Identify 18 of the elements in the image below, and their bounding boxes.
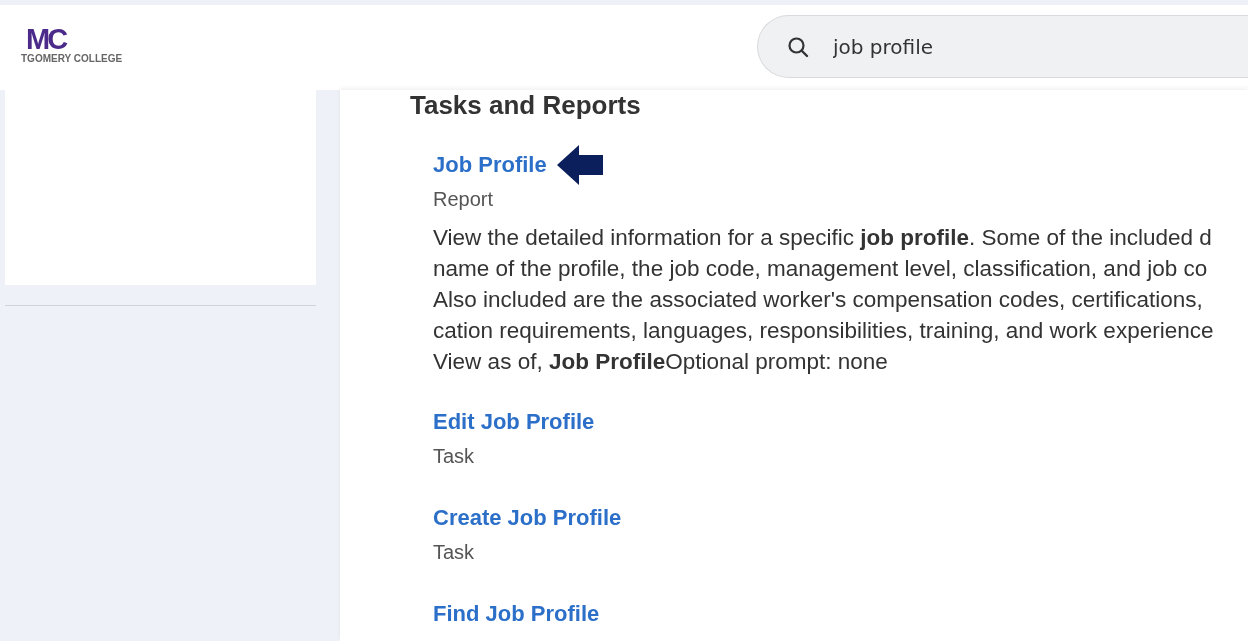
description-line: cation requirements, languages, responsibilities, training, and work experience (433, 317, 1215, 345)
section-heading: Tasks and Reports (410, 90, 642, 120)
result-link[interactable]: Find Job Profile (433, 601, 600, 627)
search-field[interactable]: job profile (757, 15, 1248, 78)
pointer-arrow-icon (556, 145, 603, 185)
description-line: name of the profile, the job code, management level, classification, and job co (433, 255, 1209, 283)
description-line: Also included are the associated worker's compensation codes, certifications, (433, 286, 1204, 314)
description-line: View as of, Job ProfileOptional prompt: none (433, 348, 889, 376)
result-link[interactable]: Job Profile (433, 152, 547, 178)
college-logo: MC (26, 25, 66, 53)
college-name: TGOMERY COLLEGE (21, 53, 124, 64)
description-line: View the detailed information for a specific job profile. Some of the included d (433, 224, 1213, 252)
result-type: Task (433, 540, 476, 565)
result-type: Report (433, 187, 495, 212)
result-link[interactable]: Edit Job Profile (433, 409, 595, 435)
result-type: Task (433, 444, 476, 469)
search-icon (787, 36, 809, 58)
result-link[interactable]: Create Job Profile (433, 505, 622, 531)
